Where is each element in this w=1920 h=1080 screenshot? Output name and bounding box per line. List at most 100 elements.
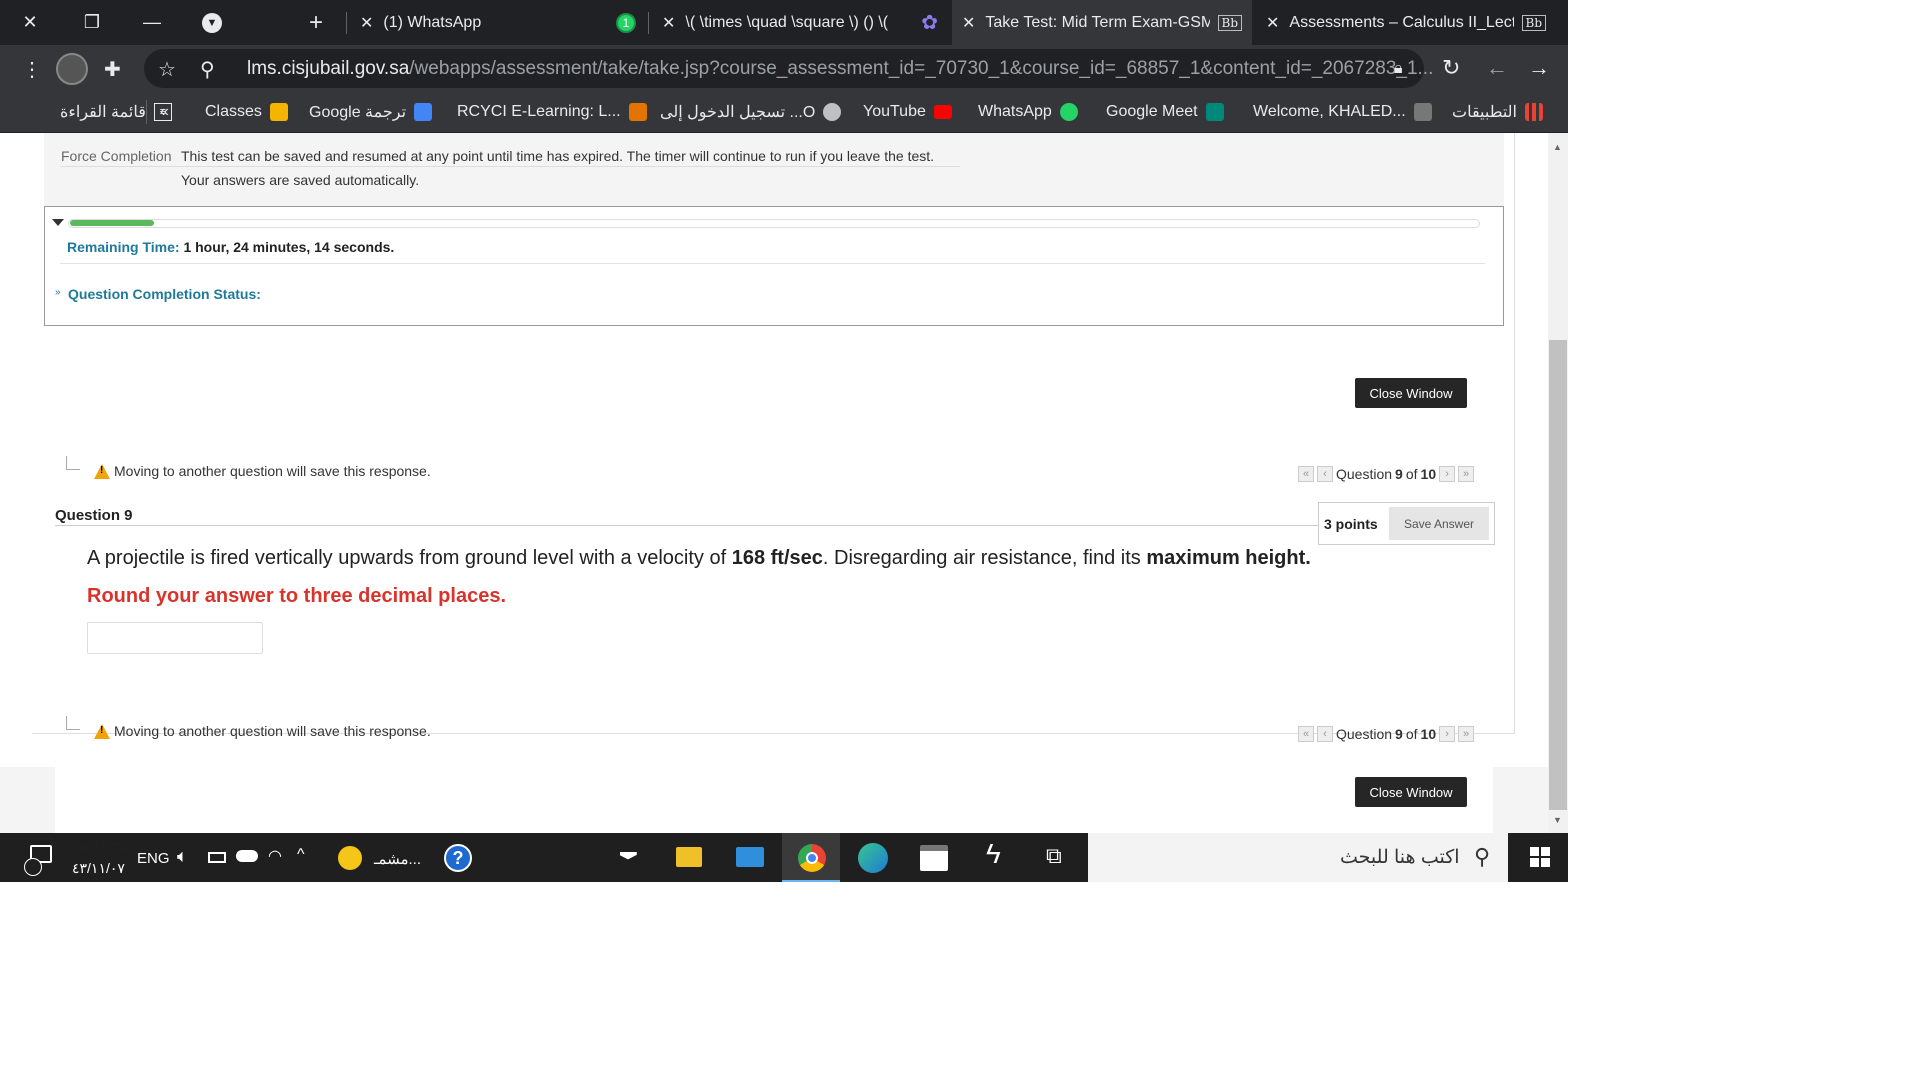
tab-title: \( \times \quad \square \) () \( bbox=[685, 13, 889, 31]
app-lightning-icon[interactable]: ϟ bbox=[986, 838, 1001, 870]
scrollbar-thumb[interactable] bbox=[1549, 340, 1567, 810]
remaining-time-label: Remaining Time: bbox=[67, 239, 180, 255]
expand-icon[interactable]: » bbox=[55, 287, 61, 298]
language-indicator[interactable]: ENG bbox=[137, 850, 170, 867]
bookmark-label: Classes bbox=[205, 103, 262, 120]
force-completion-label: Force Completion bbox=[61, 148, 172, 164]
close-window-button[interactable]: Close Window bbox=[1355, 378, 1467, 408]
weather-text[interactable]: مشمـ... bbox=[374, 850, 421, 868]
prev-question-icon[interactable]: ‹ bbox=[1317, 726, 1333, 742]
pager-total: 10 bbox=[1420, 726, 1437, 742]
pager-label: Question bbox=[1336, 466, 1393, 482]
menu-icon[interactable]: ⋮ bbox=[22, 57, 42, 82]
remaining-time: Remaining Time: 1 hour, 24 minutes, 14 s… bbox=[67, 239, 394, 255]
profile-avatar[interactable] bbox=[56, 53, 88, 85]
battery-icon[interactable] bbox=[208, 852, 226, 863]
bookmark-youtube[interactable]: YouTube bbox=[863, 101, 952, 123]
bookmark-welcome[interactable]: Welcome, KHALED... bbox=[1253, 101, 1432, 123]
bookmark-translate[interactable]: Google ترجمة bbox=[309, 101, 433, 123]
bookmark-classes[interactable]: Classes bbox=[205, 101, 288, 123]
url-text[interactable]: lms.cisjubail.gov.sa/webapps/assessment/… bbox=[247, 58, 1433, 80]
tab-close-icon[interactable]: ✕ bbox=[662, 13, 675, 33]
mail-icon[interactable] bbox=[736, 847, 764, 867]
save-answer-button[interactable]: Save Answer bbox=[1389, 507, 1489, 540]
clock-time[interactable]: ١١:٣٥ ص bbox=[72, 838, 127, 855]
lock-icon: 🔒︎ bbox=[1394, 60, 1403, 77]
tab-close-icon[interactable]: ✕ bbox=[962, 13, 975, 33]
reload-icon[interactable]: ↻ bbox=[1442, 55, 1460, 81]
tab-close-icon[interactable]: ✕ bbox=[1266, 13, 1279, 33]
first-question-icon[interactable]: « bbox=[1298, 466, 1314, 482]
bookmark-label: RCYCI E-Learning: L... bbox=[457, 103, 621, 120]
search-placeholder: اكتب هنا للبحث bbox=[1340, 847, 1460, 868]
back-icon[interactable]: → bbox=[1528, 55, 1550, 81]
warning-text: Moving to another question will save thi… bbox=[114, 463, 431, 479]
tab-take-test[interactable]: ✕ Take Test: Mid Term Exam-GSM Bb bbox=[952, 0, 1252, 45]
extensions-icon[interactable]: ✚ bbox=[104, 57, 121, 82]
completion-status-link[interactable]: Question Completion Status: bbox=[68, 286, 261, 302]
tab-whatsapp[interactable]: ✕ (1) WhatsApp 1 bbox=[350, 0, 646, 45]
bookmark-label: YouTube bbox=[863, 103, 926, 120]
restore-window-icon[interactable]: ❐ bbox=[80, 0, 104, 45]
bookmark-login[interactable]: تسجيل الدخول إلى ...O bbox=[660, 101, 842, 123]
tab-title: Take Test: Mid Term Exam-GSM bbox=[985, 13, 1211, 31]
collapse-triangle-icon[interactable] bbox=[52, 219, 64, 226]
close-window-button-bottom[interactable]: Close Window bbox=[1355, 777, 1467, 807]
close-window-icon[interactable]: ✕ bbox=[18, 0, 42, 45]
next-question-icon[interactable]: › bbox=[1439, 726, 1456, 742]
pager-label: Question bbox=[1336, 726, 1393, 742]
force-completion-text: This test can be saved and resumed at an… bbox=[181, 148, 935, 164]
bookmark-rcyci[interactable]: RCYCI E-Learning: L... bbox=[457, 101, 647, 123]
wifi-icon[interactable]: ◠ bbox=[268, 846, 282, 866]
bookmark-label: Welcome, KHALED... bbox=[1253, 103, 1406, 120]
bookmark-whatsapp[interactable]: WhatsApp bbox=[978, 101, 1078, 123]
prev-question-icon[interactable]: ‹ bbox=[1317, 466, 1333, 482]
scroll-down-icon[interactable]: ▼ bbox=[1553, 815, 1562, 825]
help-icon[interactable]: ? bbox=[444, 844, 472, 872]
last-question-icon[interactable]: » bbox=[1458, 726, 1475, 742]
pager-of: of bbox=[1405, 466, 1418, 482]
zoom-icon[interactable]: ⚲ bbox=[200, 57, 215, 82]
tray-overflow-icon[interactable]: ^ bbox=[297, 846, 305, 864]
clock-date[interactable]: ٤٣/١١/٠٧ bbox=[72, 860, 125, 877]
answer-input[interactable] bbox=[87, 622, 263, 654]
blackboard-icon: Bb bbox=[1217, 14, 1242, 31]
indent-arrow-icon bbox=[66, 456, 80, 470]
task-view-icon[interactable]: ⧉ bbox=[1046, 843, 1062, 869]
tab-search-icon[interactable]: ▼ bbox=[200, 0, 224, 45]
last-question-icon[interactable]: » bbox=[1458, 466, 1475, 482]
first-question-icon[interactable]: « bbox=[1298, 726, 1314, 742]
remaining-time-value: 1 hour, 24 minutes, 14 seconds. bbox=[183, 239, 395, 255]
tab-close-icon[interactable]: ✕ bbox=[360, 13, 373, 33]
reading-list[interactable]: قائمة القراءة ≡ bbox=[60, 101, 172, 123]
pager-current: 9 bbox=[1395, 726, 1403, 742]
classroom-icon bbox=[269, 103, 288, 121]
save-warning: Moving to another question will save thi… bbox=[94, 463, 431, 479]
bookmark-label: Google Meet bbox=[1106, 103, 1198, 120]
timer-progress-track bbox=[68, 219, 1480, 228]
warning-text: Moving to another question will save thi… bbox=[114, 723, 431, 739]
next-question-icon[interactable]: › bbox=[1439, 466, 1456, 482]
moodle-icon bbox=[628, 103, 647, 121]
bookmark-meet[interactable]: Google Meet bbox=[1106, 101, 1224, 123]
forward-icon[interactable]: ← bbox=[1486, 55, 1508, 81]
youtube-icon bbox=[933, 105, 952, 119]
file-explorer-icon[interactable] bbox=[676, 847, 702, 867]
weather-sun-icon[interactable] bbox=[338, 846, 362, 870]
store-icon[interactable] bbox=[920, 845, 948, 871]
windows-start-icon[interactable] bbox=[1530, 847, 1550, 867]
scroll-up-icon[interactable]: ▲ bbox=[1553, 142, 1562, 152]
tab-assessments[interactable]: ✕ Assessments – Calculus II_Lectu Bb bbox=[1256, 0, 1556, 45]
minimize-window-icon[interactable]: — bbox=[140, 0, 164, 45]
edge-icon[interactable] bbox=[858, 843, 888, 873]
warning-icon bbox=[94, 463, 110, 479]
onedrive-icon[interactable] bbox=[236, 850, 258, 862]
new-tab-icon[interactable]: + bbox=[304, 0, 328, 45]
bookmark-apps[interactable]: التطبيقات bbox=[1452, 101, 1543, 123]
bookmark-star-icon[interactable]: ☆ bbox=[158, 57, 176, 82]
volume-icon[interactable]: 🔈︎ bbox=[177, 846, 188, 867]
whatsapp-icon: 1 bbox=[616, 12, 636, 33]
bookmarks-overflow[interactable]: « bbox=[160, 101, 169, 123]
question-pager-bottom: « ‹ Question 9 of 10 › » bbox=[1298, 726, 1475, 742]
tab-latex[interactable]: ✕ \( \times \quad \square \) () \( ✿ bbox=[652, 0, 948, 45]
